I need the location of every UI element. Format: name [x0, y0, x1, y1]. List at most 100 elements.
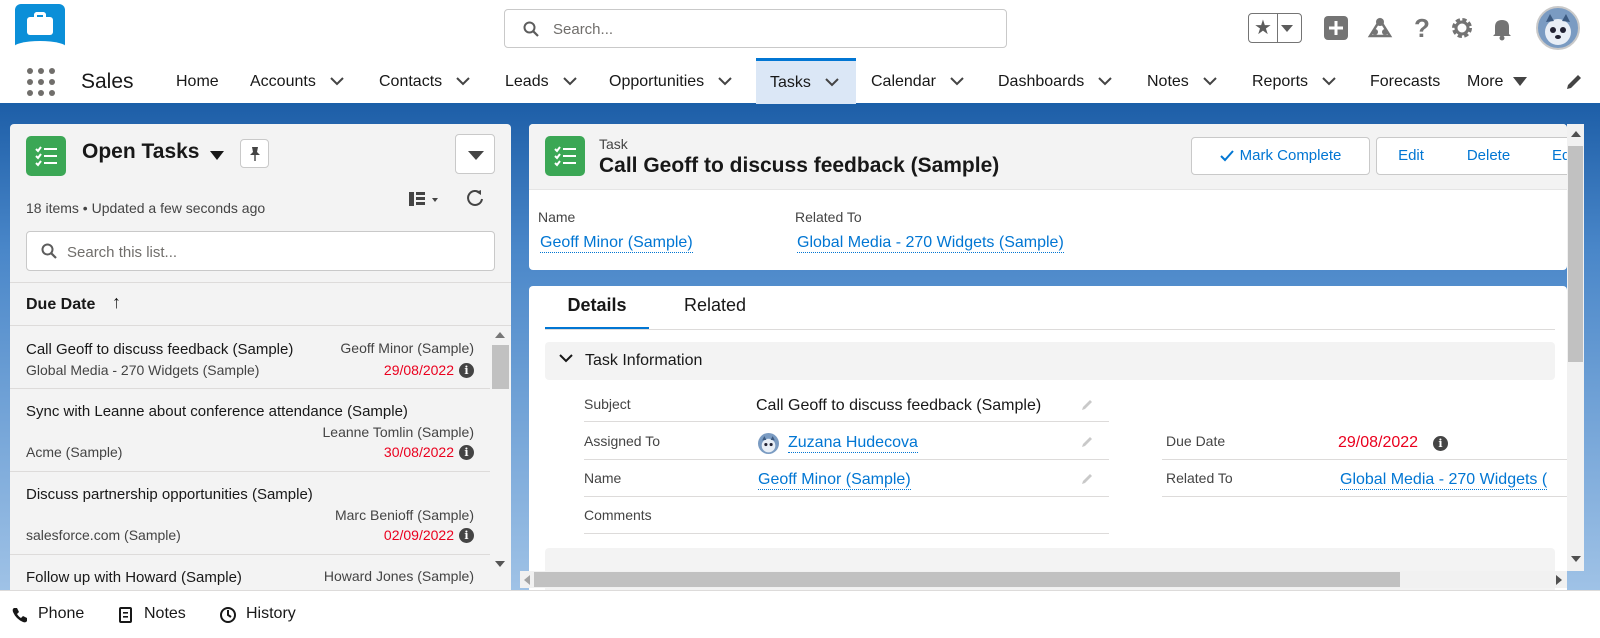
task-subject[interactable]: Discuss partnership opportunities (Sampl… [26, 486, 313, 503]
task-list-item[interactable]: Follow up with Howard (Sample) Howard Jo… [10, 555, 490, 590]
app-logo[interactable] [13, 4, 67, 55]
task-list-icon [26, 136, 66, 176]
task-who: Leanne Tomlin (Sample) [322, 424, 475, 440]
nav-item-dashboards[interactable]: Dashboards [998, 58, 1112, 104]
tab-related[interactable]: Related [684, 286, 746, 330]
scrollbar-thumb[interactable] [492, 345, 509, 389]
list-view-title[interactable]: Open Tasks [82, 140, 200, 164]
task-what: Acme (Sample) [26, 444, 123, 460]
chevron-down-icon[interactable] [1098, 77, 1112, 86]
page-vertical-scrollbar[interactable] [1567, 124, 1584, 571]
task-who: Howard Jones (Sample) [323, 568, 474, 584]
nav-item-tasks[interactable]: Tasks [756, 58, 856, 104]
setup-gear-icon[interactable] [1448, 14, 1476, 42]
chevron-down-icon[interactable] [330, 77, 344, 86]
sort-by-due-date-header[interactable]: Due Date ↑ [10, 282, 511, 326]
user-avatar[interactable] [1536, 6, 1580, 50]
task-list-item[interactable]: Sync with Leanne about conference attend… [10, 389, 490, 472]
nav-item-calendar[interactable]: Calendar [871, 58, 964, 104]
list-search-box[interactable] [26, 231, 495, 271]
list-view-picker-caret-icon[interactable] [210, 151, 224, 160]
info-icon[interactable]: i [459, 445, 474, 460]
nav-item-forecasts[interactable]: Forecasts [1370, 58, 1440, 104]
highlight-related-to-link[interactable]: Global Media - 270 Widgets (Sample) [797, 234, 1064, 253]
info-icon[interactable]: i [1433, 436, 1448, 451]
global-search-box[interactable] [504, 9, 1007, 48]
chevron-down-icon[interactable] [950, 77, 964, 86]
nav-item-accounts[interactable]: Accounts [250, 58, 344, 104]
task-list-item[interactable]: Call Geoff to discuss feedback (Sample) … [10, 327, 490, 389]
favorites-button[interactable]: ★ [1248, 13, 1302, 43]
edit-pencil-icon[interactable] [1080, 472, 1094, 486]
scrollbar-thumb[interactable] [1568, 146, 1583, 362]
list-view-controls-button[interactable] [455, 134, 495, 174]
utility-label: Phone [38, 605, 85, 622]
info-icon[interactable]: i [459, 363, 474, 378]
refresh-icon[interactable] [465, 188, 485, 208]
display-as-table-icon[interactable] [407, 190, 443, 210]
nav-item-reports[interactable]: Reports [1252, 58, 1336, 104]
related-to-link[interactable]: Global Media - 270 Widgets ( [1340, 471, 1548, 490]
chevron-down-icon[interactable] [1322, 77, 1336, 86]
scroll-right-arrow-icon[interactable] [1556, 575, 1562, 585]
scroll-up-arrow-icon[interactable] [1571, 131, 1581, 137]
nav-item-label: Home [176, 73, 219, 90]
nav-item-home[interactable]: Home [176, 58, 219, 104]
name-link[interactable]: Geoff Minor (Sample) [758, 471, 911, 490]
comments-label: Comments [584, 507, 652, 523]
assignee-avatar [758, 433, 779, 454]
favorites-menu-caret-icon[interactable] [1281, 25, 1293, 32]
global-search-input[interactable] [553, 19, 993, 39]
task-list: Call Geoff to discuss feedback (Sample) … [10, 327, 490, 590]
scroll-down-arrow-icon[interactable] [1571, 556, 1581, 562]
nav-item-leads[interactable]: Leads [505, 58, 577, 104]
edit-pencil-icon[interactable] [1080, 398, 1094, 412]
assigned-to-link[interactable]: Zuzana Hudecova [788, 434, 918, 453]
task-who: Geoff Minor (Sample) [340, 340, 474, 356]
task-record-icon [545, 136, 585, 176]
nav-item-more[interactable]: More [1467, 58, 1528, 104]
highlight-name-link[interactable]: Geoff Minor (Sample) [540, 234, 693, 253]
edit-button[interactable]: Edit [1376, 137, 1446, 175]
chevron-down-icon[interactable] [562, 77, 577, 86]
chevron-down-icon[interactable] [718, 77, 732, 86]
chevron-down-icon[interactable] [825, 78, 839, 87]
task-due-date: 30/08/2022 [383, 444, 454, 460]
help-icon[interactable]: ? [1408, 14, 1436, 42]
global-actions-plus-icon[interactable] [1322, 14, 1350, 42]
edit-nav-pencil-icon[interactable] [1564, 72, 1584, 92]
overflow-action-button[interactable]: Ed [1532, 137, 1567, 175]
nav-item-label: Notes [1147, 73, 1189, 90]
task-subject[interactable]: Sync with Leanne about conference attend… [26, 403, 408, 420]
star-icon[interactable]: ★ [1249, 14, 1278, 42]
info-icon[interactable]: i [459, 528, 474, 543]
page-horizontal-scrollbar[interactable] [520, 571, 1567, 588]
mark-complete-button[interactable]: Mark Complete [1191, 137, 1370, 175]
chevron-down-icon [559, 354, 573, 363]
scrollbar-thumb[interactable] [534, 572, 1400, 587]
list-search-input[interactable] [67, 242, 467, 262]
scroll-up-arrow-icon[interactable] [495, 332, 505, 338]
pin-list-button[interactable] [240, 139, 269, 168]
notifications-bell-icon[interactable] [1488, 14, 1516, 42]
task-list-item[interactable]: Discuss partnership opportunities (Sampl… [10, 472, 490, 555]
trailhead-guidance-icon[interactable] [1366, 14, 1394, 42]
delete-button[interactable]: Delete [1445, 137, 1533, 175]
chevron-down-icon[interactable] [456, 77, 470, 86]
nav-item-contacts[interactable]: Contacts [379, 58, 470, 104]
app-navigation-bar: Sales Home Accounts Contacts Leads Oppor… [0, 58, 1600, 106]
scroll-down-arrow-icon[interactable] [495, 561, 505, 567]
scroll-left-arrow-icon[interactable] [524, 575, 530, 585]
chevron-down-icon[interactable] [1203, 77, 1217, 86]
nav-item-notes[interactable]: Notes [1147, 58, 1217, 104]
tab-details[interactable]: Details [545, 286, 649, 330]
list-scrollbar[interactable] [490, 327, 511, 590]
edit-pencil-icon[interactable] [1080, 435, 1094, 449]
task-subject[interactable]: Follow up with Howard (Sample) [26, 569, 242, 586]
nav-item-label: Contacts [379, 73, 443, 90]
record-header-card: Task Call Geoff to discuss feedback (Sam… [529, 124, 1567, 270]
task-subject[interactable]: Call Geoff to discuss feedback (Sample) [26, 341, 293, 358]
nav-item-opportunities[interactable]: Opportunities [609, 58, 732, 104]
task-information-section-header[interactable]: Task Information [545, 342, 1555, 380]
app-launcher-waffle-icon[interactable] [27, 68, 55, 96]
